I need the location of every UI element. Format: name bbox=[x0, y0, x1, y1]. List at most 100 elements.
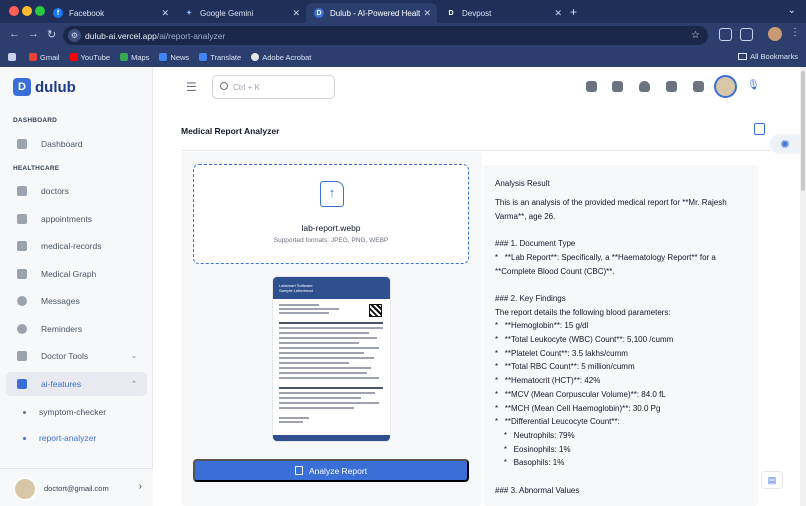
sidebar-item-doctors[interactable]: doctors bbox=[6, 179, 147, 203]
doctor-icon bbox=[17, 186, 27, 196]
forward-icon[interactable]: → bbox=[28, 28, 39, 40]
document-icon bbox=[17, 241, 27, 251]
settings-fab[interactable]: ✺ bbox=[770, 134, 800, 154]
sidebar-subitem-report-analyzer[interactable]: report-analyzer bbox=[23, 433, 96, 443]
file-dropzone[interactable]: ↑ lab-report.webp Supported formats: JPE… bbox=[193, 164, 469, 264]
bookmark-youtube[interactable]: YouTube bbox=[69, 53, 110, 62]
chat-widget-button[interactable]: ▤ bbox=[761, 471, 783, 489]
sidebar: D dulub DASHBOARD Dashboard HEALTHCARE d… bbox=[0, 67, 153, 506]
bookmark-maps[interactable]: Maps bbox=[120, 53, 149, 62]
sidebar-subitem-symptom-checker[interactable]: symptom-checker bbox=[23, 407, 106, 417]
browser-tab-devpost[interactable]: D Devpost ✕ bbox=[438, 3, 568, 23]
close-tab-icon[interactable]: ✕ bbox=[292, 8, 300, 19]
maps-icon bbox=[120, 53, 129, 61]
bookmark-gmail[interactable]: Gmail bbox=[29, 53, 60, 62]
close-window-button[interactable] bbox=[9, 6, 19, 16]
bell-icon[interactable] bbox=[639, 81, 650, 92]
apps-grid-icon[interactable] bbox=[8, 53, 19, 61]
dulub-icon: D bbox=[314, 8, 324, 18]
analysis-result-title: Analysis Result bbox=[495, 179, 550, 188]
zoom-window-button[interactable] bbox=[35, 6, 45, 16]
bookmark-star-icon[interactable]: ☆ bbox=[691, 30, 700, 41]
analyze-label: Analyze Report bbox=[308, 465, 368, 476]
apps-icon[interactable] bbox=[586, 81, 597, 92]
tab-label: Dulub - AI-Powered Healt bbox=[330, 8, 421, 18]
browser-profile-avatar[interactable] bbox=[768, 27, 782, 41]
site-info-icon[interactable]: ⚙ bbox=[68, 29, 81, 42]
bookmark-adobe-acrobat[interactable]: Adobe Acrobat bbox=[251, 53, 311, 62]
messages-icon bbox=[17, 296, 27, 306]
result-line: This is an analysis of the provided medi… bbox=[495, 198, 727, 207]
reload-icon[interactable]: ↻ bbox=[47, 28, 56, 41]
tab-search-icon[interactable]: ⌄ bbox=[788, 5, 796, 16]
translate-icon bbox=[199, 53, 208, 61]
result-line: * **Differential Leucocyte Count**: bbox=[495, 417, 620, 427]
tab-label: Facebook bbox=[69, 8, 105, 18]
result-line bbox=[495, 223, 752, 237]
page-title: Medical Report Analyzer bbox=[181, 126, 280, 136]
user-profile-bar[interactable]: doctort@gmail.com › bbox=[0, 468, 153, 506]
graph-icon bbox=[17, 269, 27, 279]
sidebar-item-medical-graph[interactable]: Medical Graph bbox=[6, 262, 147, 286]
analysis-result-panel: Analysis Result This is an analysis of t… bbox=[483, 165, 758, 506]
chevron-right-icon: › bbox=[138, 481, 142, 492]
new-tab-button[interactable]: + bbox=[570, 5, 577, 19]
browser-tab-gemini[interactable]: ✦ Google Gemini ✕ bbox=[176, 3, 306, 23]
search-input[interactable]: Ctrl + K bbox=[212, 75, 335, 99]
bookmark-translate[interactable]: Translate bbox=[199, 53, 241, 62]
close-tab-icon[interactable]: ✕ bbox=[161, 8, 169, 19]
sidebar-item-medical-records[interactable]: medical-records bbox=[6, 234, 147, 258]
menu-toggle-icon[interactable]: ☰ bbox=[186, 80, 197, 94]
scrollbar-thumb[interactable] bbox=[801, 71, 805, 191]
uploaded-file-name: lab-report.webp bbox=[301, 223, 361, 233]
result-line: * Basophils: 1% bbox=[495, 458, 565, 468]
result-line bbox=[495, 278, 752, 292]
url-bar[interactable]: ⚙ dulub-ai.vercel.app/ai/report-analyzer… bbox=[63, 26, 708, 45]
result-line: * **Lab Report**: Specifically, a **Haem… bbox=[495, 252, 716, 262]
chat-icon[interactable] bbox=[666, 81, 677, 92]
qr-code bbox=[369, 304, 382, 317]
bookmark-news[interactable]: News bbox=[159, 53, 189, 62]
app-root: D dulub DASHBOARD Dashboard HEALTHCARE d… bbox=[0, 67, 806, 506]
add-widget-icon[interactable] bbox=[693, 81, 704, 92]
result-line: * **Hemoglobin**: 15 g/dl bbox=[495, 321, 589, 331]
translate-icon[interactable] bbox=[612, 81, 623, 92]
extensions-puzzle-icon[interactable] bbox=[740, 28, 753, 41]
app-logo[interactable]: D dulub bbox=[13, 78, 76, 96]
sidebar-item-ai-features[interactable]: ai-features ⌃ bbox=[6, 372, 147, 396]
close-tab-icon[interactable]: ✕ bbox=[554, 8, 562, 19]
chat-icon: ▤ bbox=[767, 474, 777, 485]
logo-text: dulub bbox=[35, 78, 76, 96]
sidebar-item-doctor-tools[interactable]: Doctor Tools ⌄ bbox=[6, 344, 147, 368]
back-icon[interactable]: ← bbox=[9, 28, 20, 40]
sidebar-item-reminders[interactable]: Reminders bbox=[6, 317, 147, 341]
top-bar: ☰ Ctrl + K 🎙 bbox=[154, 67, 806, 107]
browser-tab-dulub[interactable]: D Dulub - AI-Powered Healt ✕ bbox=[306, 3, 437, 23]
sidebar-item-appointments[interactable]: appointments bbox=[6, 207, 147, 231]
browser-chrome: f Facebook ✕ ✦ Google Gemini ✕ D Dulub -… bbox=[0, 0, 806, 67]
sidebar-item-dashboard[interactable]: Dashboard bbox=[6, 132, 147, 156]
analyze-report-button[interactable]: Analyze Report bbox=[193, 459, 469, 482]
result-line: * **Platelet Count**: 3.5 lakhs/cumm bbox=[495, 348, 628, 358]
avatar[interactable] bbox=[714, 75, 737, 98]
browser-tab-facebook[interactable]: f Facebook ✕ bbox=[45, 3, 175, 23]
result-line: Varma**, age 26. bbox=[495, 211, 556, 221]
page-scrollbar[interactable] bbox=[800, 67, 806, 506]
browser-menu-icon[interactable]: ⋮ bbox=[790, 27, 800, 38]
address-bar-row: ← → ↻ ⚙ dulub-ai.vercel.app/ai/report-an… bbox=[0, 23, 806, 47]
result-line: ### 3. Abnormal Values bbox=[495, 485, 580, 495]
extension-icon[interactable] bbox=[719, 28, 732, 41]
bullet-icon bbox=[23, 436, 26, 440]
all-bookmarks[interactable]: All Bookmarks bbox=[738, 52, 798, 61]
document-icon[interactable] bbox=[754, 123, 765, 135]
sidebar-item-messages[interactable]: Messages bbox=[6, 289, 147, 313]
analyze-icon bbox=[294, 466, 303, 475]
search-icon bbox=[220, 82, 228, 90]
result-line: * **Hematocrit (HCT)**: 42% bbox=[495, 376, 601, 386]
globe-icon bbox=[251, 53, 260, 61]
minimize-window-button[interactable] bbox=[22, 6, 32, 16]
clock-icon bbox=[17, 324, 27, 334]
mic-icon[interactable]: 🎙 bbox=[747, 80, 760, 91]
close-tab-icon[interactable]: ✕ bbox=[423, 8, 431, 19]
chevron-down-icon: ⌄ bbox=[131, 353, 137, 360]
